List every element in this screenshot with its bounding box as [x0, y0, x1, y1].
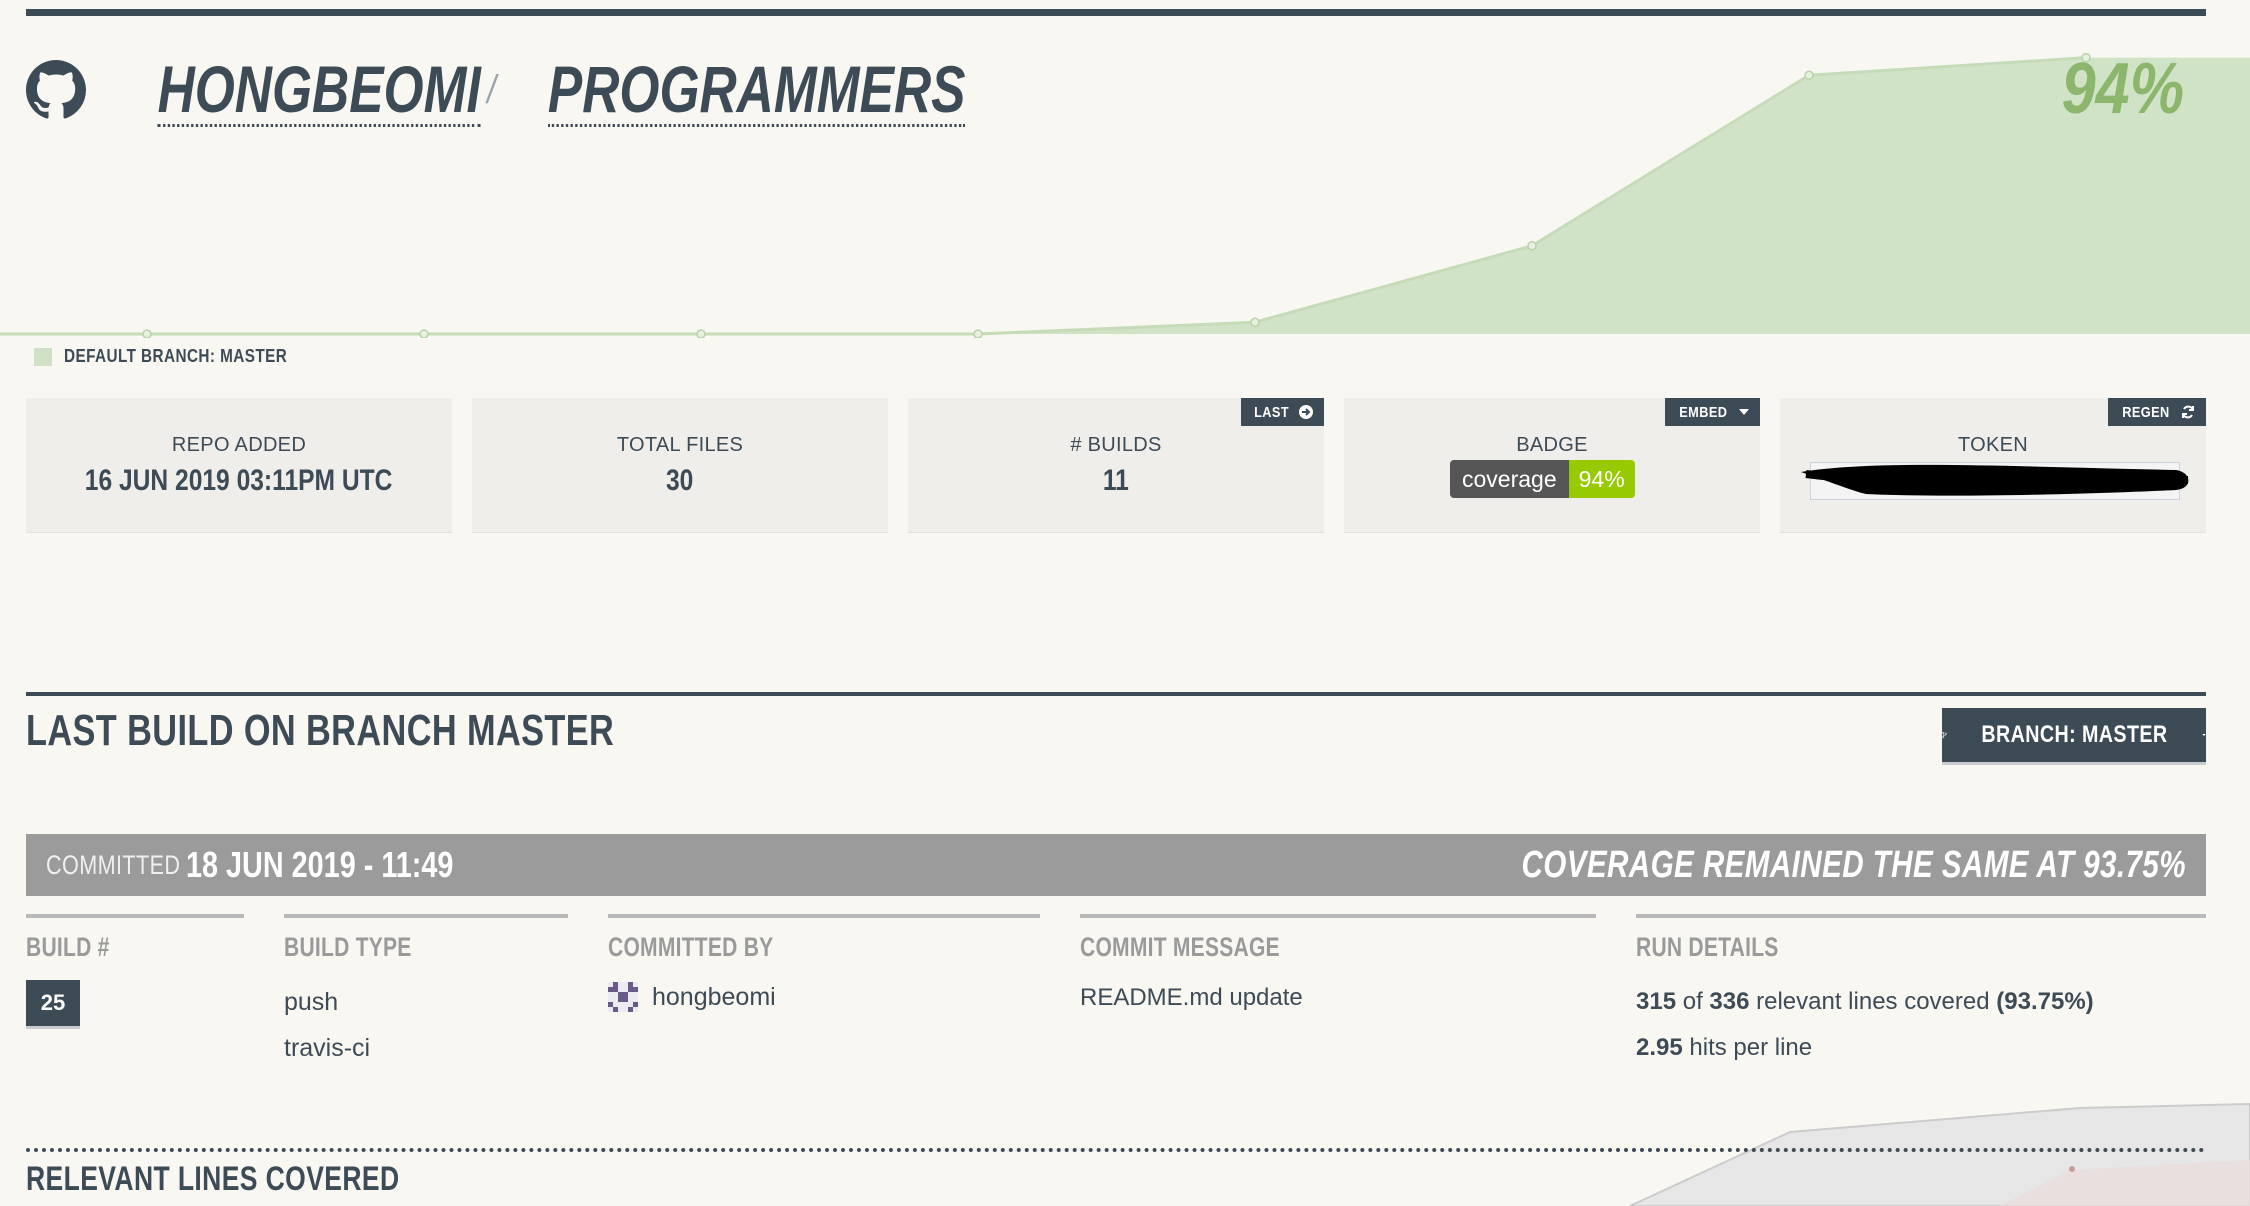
arrow-circle-right-icon	[1299, 405, 1313, 419]
coverage-status: COVERAGE REMAINED THE SAME AT 93.75%	[1521, 844, 2186, 886]
embed-button[interactable]: EMBED	[1665, 398, 1760, 426]
build-type-column: BUILD TYPE push travis-ci	[284, 914, 568, 1062]
column-header: COMMITTED BY	[608, 932, 774, 962]
stat-card-token: REGEN TOKEN	[1780, 398, 2206, 532]
total-files-value: 30	[666, 464, 694, 497]
badge-right: 94%	[1568, 460, 1635, 498]
lines-covered: 315 of 336 relevant lines covered (93.75…	[1636, 988, 2094, 1016]
legend-label: DEFAULT BRANCH: MASTER	[64, 346, 288, 366]
column-header: BUILD #	[26, 932, 110, 962]
badge-left: coverage	[1450, 460, 1569, 498]
embed-button-label: EMBED	[1679, 403, 1728, 421]
covered-count: 315	[1636, 988, 1677, 1015]
caret-down-icon	[2202, 734, 2206, 736]
repo-separator: /	[487, 67, 497, 112]
regen-button-label: REGEN	[2122, 403, 2170, 421]
legend-swatch	[34, 347, 52, 366]
committer: hongbeomi	[608, 982, 776, 1012]
coverage-point	[696, 329, 706, 338]
column-header: BUILD TYPE	[284, 932, 412, 962]
avatar	[608, 982, 638, 1012]
build-number-link[interactable]: 25	[26, 980, 80, 1026]
regen-button[interactable]: REGEN	[2108, 398, 2206, 426]
build-type-event: push	[284, 988, 339, 1016]
repo-added-value: 16 JUN 2019 03:11PM UTC	[85, 464, 393, 497]
last-build-title: LAST BUILD ON BRANCH MASTER	[26, 706, 615, 755]
refresh-icon	[2182, 405, 2194, 419]
hits-per-line: 2.95 hits per line	[1636, 1034, 1812, 1062]
stat-value: 16 JUN 2019 03:11PM UTC	[26, 464, 452, 498]
coverage-percent: 94%	[2061, 49, 2185, 129]
redaction-scribble	[1801, 464, 2189, 496]
build-type-service: travis-ci	[284, 1034, 371, 1062]
run-details-column: RUN DETAILS 315 of 336 relevant lines co…	[1636, 914, 2206, 1061]
repo-title: HONGBEOMI / PROGRAMMERS	[26, 50, 1025, 130]
committed-label: COMMITTED	[46, 850, 181, 880]
stat-card-builds: LAST # BUILDS 11	[908, 398, 1324, 532]
relevant-lines-mini-chart	[1629, 1102, 2250, 1206]
branch-button-label: BRANCH: MASTER	[1981, 721, 2168, 748]
hits-text: hits per line	[1689, 1034, 1813, 1061]
stat-label: TOKEN	[1957, 434, 2029, 456]
section-rule	[26, 692, 2206, 696]
commit-bar: COMMITTED 18 JUN 2019 - 11:49 COVERAGE R…	[26, 834, 2206, 896]
stat-label: BADGE	[1516, 434, 1588, 456]
stat-label: # BUILDS	[1070, 434, 1162, 456]
stat-card-repo-added: REPO ADDED 16 JUN 2019 03:11PM UTC	[26, 398, 452, 532]
of-text: of	[1682, 988, 1703, 1015]
committed-by-column: COMMITTED BY hongbeomi	[608, 914, 1040, 1012]
relevant-count: 336	[1709, 988, 1750, 1015]
git-branch-icon	[1942, 731, 1947, 739]
stat-value: 30	[472, 464, 888, 498]
last-build-button[interactable]: LAST	[1240, 398, 1324, 426]
branch-legend: DEFAULT BRANCH: MASTER	[34, 346, 327, 367]
coverage-point	[419, 329, 429, 338]
last-button-label: LAST	[1253, 403, 1289, 421]
caret-down-icon	[1739, 409, 1749, 415]
coverage-point	[1527, 241, 1537, 251]
relevant-lines-title: RELEVANT LINES COVERED	[26, 1160, 400, 1198]
repo-owner-link[interactable]: HONGBEOMI	[157, 54, 481, 127]
stat-label: REPO ADDED	[171, 434, 307, 456]
commit-message: README.md update	[1080, 984, 1303, 1011]
relevant-text: relevant lines covered	[1756, 988, 1990, 1015]
build-number-column: BUILD # 25	[26, 914, 244, 1026]
covered-percent: (93.75%)	[1996, 988, 2094, 1015]
hits-value: 2.95	[1636, 1034, 1683, 1061]
github-icon[interactable]	[26, 60, 86, 120]
relevant-rule	[26, 1148, 2206, 1152]
branch-select-button[interactable]: BRANCH: MASTER	[1942, 708, 2206, 762]
top-rule	[26, 9, 2206, 16]
column-header: COMMIT MESSAGE	[1080, 932, 1280, 962]
column-header: RUN DETAILS	[1636, 932, 1779, 962]
stat-card-badge: EMBED BADGE coverage 94%	[1344, 398, 1760, 532]
coverage-point	[1804, 70, 1814, 81]
coverage-point	[142, 329, 152, 338]
builds-value: 11	[1102, 464, 1130, 497]
coverage-point	[1250, 317, 1260, 327]
coverage-point	[973, 329, 983, 338]
commit-message-column: COMMIT MESSAGE README.md update	[1080, 914, 1596, 1011]
stat-card-total-files: TOTAL FILES 30	[472, 398, 888, 532]
coverage-badge[interactable]: coverage 94%	[1450, 460, 1635, 498]
stat-label: TOTAL FILES	[616, 434, 744, 456]
repo-name-link[interactable]: PROGRAMMERS	[548, 54, 966, 127]
stat-value: 11	[908, 464, 1324, 498]
committed-date: 18 JUN 2019 - 11:49	[186, 844, 454, 885]
committer-name[interactable]: hongbeomi	[652, 983, 776, 1012]
